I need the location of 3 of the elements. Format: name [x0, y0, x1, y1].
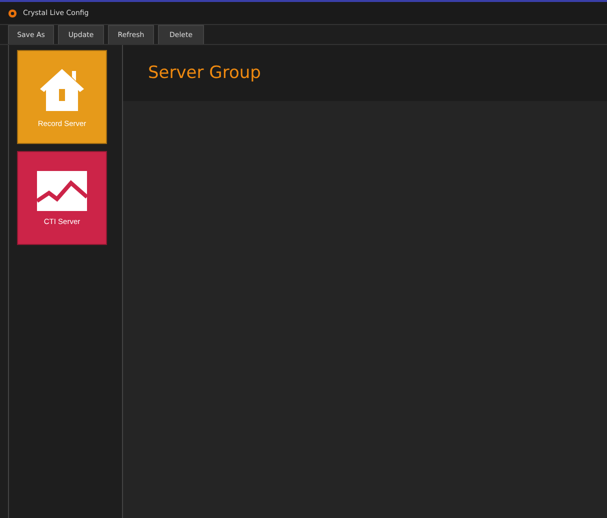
page-title: Server Group — [148, 63, 261, 83]
chart-icon — [37, 170, 87, 210]
house-icon — [38, 66, 86, 112]
